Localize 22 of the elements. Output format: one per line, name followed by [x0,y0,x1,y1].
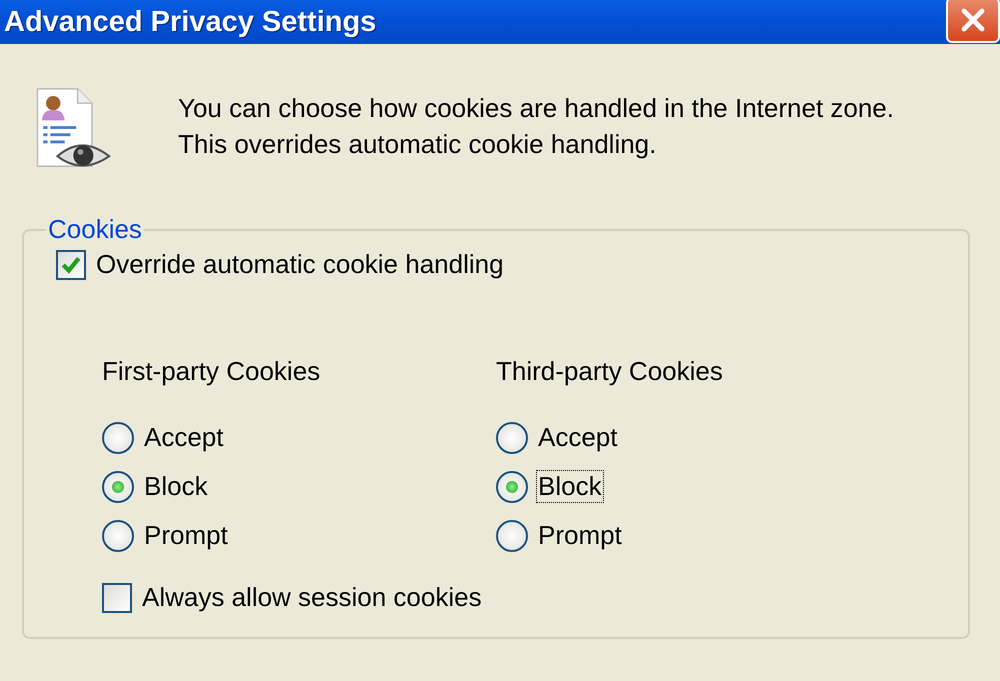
radio-option[interactable]: Accept [102,413,496,462]
radio-option[interactable]: Accept [496,413,890,462]
session-checkbox[interactable]: Always allow session cookies [102,582,968,613]
radio-option[interactable]: Block [102,462,496,511]
radio-option[interactable]: Prompt [496,511,890,560]
close-button[interactable] [946,0,1000,43]
radio-button[interactable] [102,520,134,552]
radio-button[interactable] [496,470,528,502]
radio-button[interactable] [102,470,134,502]
radio-option[interactable]: Block [496,462,890,511]
override-checkbox[interactable]: Override automatic cookie handling [56,249,968,280]
radio-button[interactable] [496,520,528,552]
checkbox[interactable] [56,250,86,280]
checkbox[interactable] [102,582,132,612]
radio-option[interactable]: Prompt [102,511,496,560]
group-label: Cookies [47,214,143,245]
radio-button[interactable] [102,422,134,454]
description-text: You can choose how cookies are handled in the Internet zone. This overrides automatic cookie handling. [178,92,895,161]
column-heading: First-party Cookies [102,356,322,387]
column-heading: Third-party Cookies [496,356,724,387]
radio-button[interactable] [496,422,528,454]
window-title: Advanced Privacy Settings [4,6,376,38]
